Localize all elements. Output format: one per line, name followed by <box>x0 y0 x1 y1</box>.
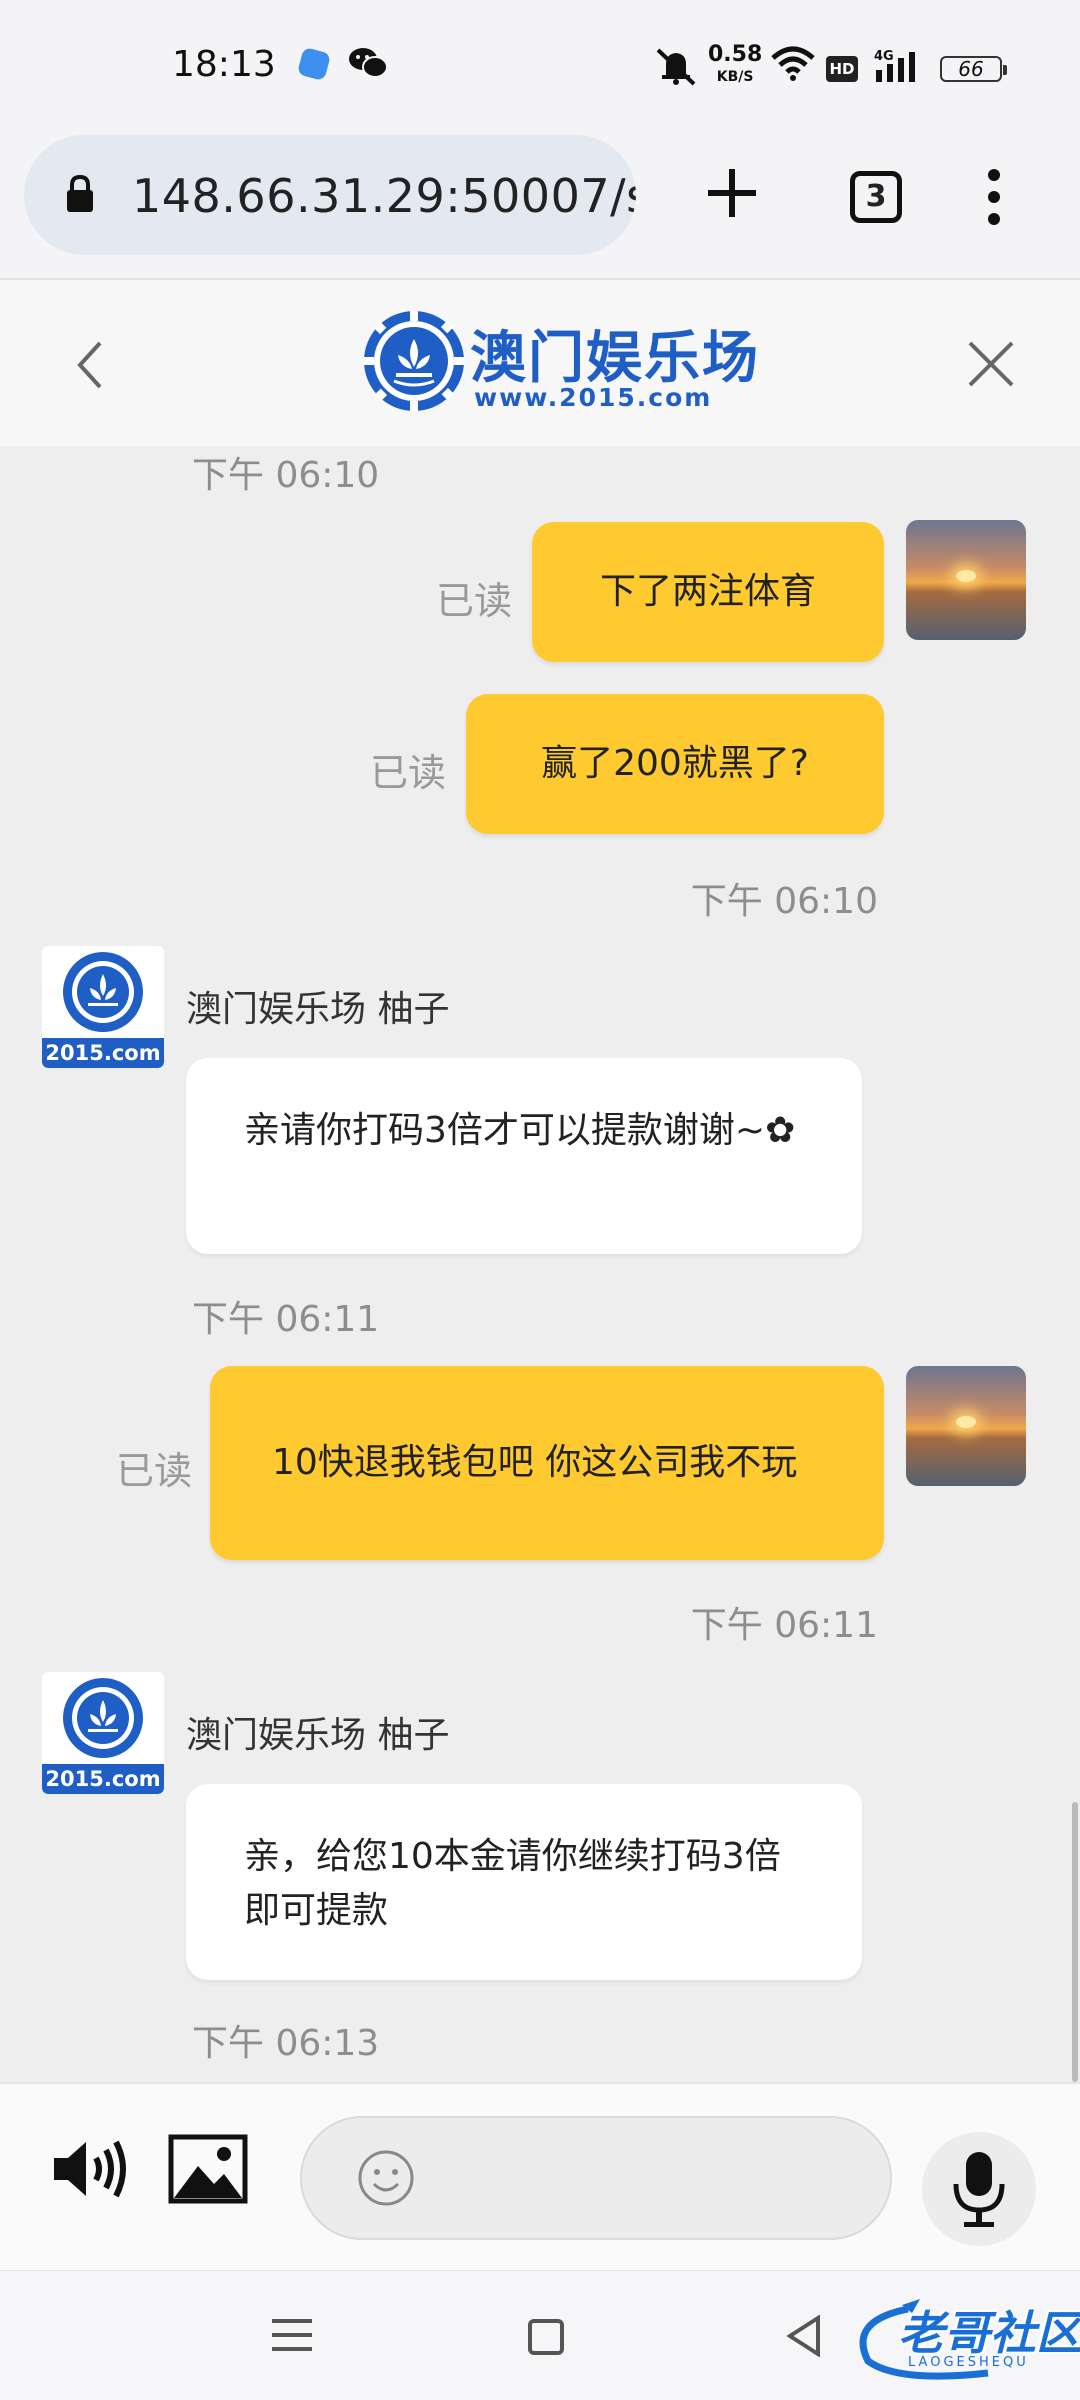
mic-icon <box>953 2152 1005 2227</box>
browser-toolbar: 148.66.31.29:50007/sc 3 <box>0 135 1080 280</box>
hd-icon: HD <box>826 56 858 82</box>
my-message-bubble[interactable]: 10快退我钱包吧 你这公司我不玩 <box>210 1366 884 1560</box>
message-text: 赢了200就黑了? <box>541 743 809 784</box>
avatar-badge: 2015.com <box>42 1038 164 1068</box>
back-triangle-icon[interactable] <box>786 2315 822 2357</box>
agent-message-bubble[interactable]: 亲，给您10本金请你继续打码3倍即可提款 <box>186 1784 862 1980</box>
net-speed-value: 0.58 <box>708 42 763 67</box>
back-chevron-icon[interactable] <box>72 339 108 391</box>
blue-app-icon <box>296 46 332 82</box>
timestamp: 下午 06:13 <box>192 2023 380 2064</box>
address-bar[interactable]: 148.66.31.29:50007/sc <box>24 135 636 255</box>
home-square-icon[interactable] <box>528 2319 564 2355</box>
agent-message-bubble[interactable]: 亲请你打码3倍才可以提款谢谢~✿ <box>186 1058 862 1254</box>
message-text: 下了两注体育 <box>599 571 816 612</box>
casino-chip-logo-icon <box>364 311 464 411</box>
casino-chip-icon <box>63 1678 143 1758</box>
agent-avatar[interactable]: 2015.com <box>42 946 164 1068</box>
speaker-icon[interactable] <box>50 2134 130 2204</box>
status-time: 18:13 <box>172 44 276 85</box>
image-icon[interactable] <box>168 2134 248 2204</box>
message-text: 10快退我钱包吧 你这公司我不玩 <box>272 1442 798 1483</box>
message-text: 亲请你打码3倍才可以提款谢谢~✿ <box>244 1110 796 1151</box>
my-avatar[interactable] <box>906 520 1026 640</box>
chat-header: 澳门娱乐场 www.2015.com <box>0 281 1080 446</box>
wifi-icon <box>771 46 815 81</box>
sender-name: 澳门娱乐场 柚子 <box>186 989 450 1030</box>
timestamp: 下午 06:11 <box>690 1605 878 1646</box>
status-bar: 18:13 0.58 KB/S HD 4G 66 <box>0 0 1080 135</box>
network-label: 4G <box>874 49 894 64</box>
scrollbar[interactable] <box>1072 1802 1078 2082</box>
wechat-icon <box>349 48 388 78</box>
agent-avatar[interactable]: 2015.com <box>42 1672 164 1794</box>
read-status: 已读 <box>370 751 447 795</box>
url-text[interactable]: 148.66.31.29:50007/sc <box>132 169 636 223</box>
message-input[interactable] <box>300 2116 892 2240</box>
my-avatar[interactable] <box>906 1366 1026 1486</box>
brand-name: 澳门娱乐场 <box>470 325 760 391</box>
my-message-bubble[interactable]: 下了两注体育 <box>532 522 884 662</box>
mute-icon <box>656 48 696 86</box>
emoji-icon[interactable] <box>356 2148 416 2208</box>
watermark-logo: 老哥社区 LAOGESHEQU <box>838 2291 1080 2387</box>
tabs-count-button[interactable]: 3 <box>850 171 902 223</box>
close-x-icon[interactable] <box>966 339 1016 389</box>
avatar-badge: 2015.com <box>42 1764 164 1794</box>
signal-icon: 4G <box>874 49 915 82</box>
timestamp: 下午 06:10 <box>192 455 380 496</box>
read-status: 已读 <box>116 1449 193 1493</box>
message-input-bar <box>0 2082 1080 2270</box>
brand-url: www.2015.com <box>474 383 713 412</box>
watermark-subtext: LAOGESHEQU <box>908 2355 1029 2370</box>
timestamp: 下午 06:10 <box>690 881 878 922</box>
plus-icon[interactable] <box>706 167 758 219</box>
menu-lines-icon[interactable] <box>272 2317 312 2353</box>
battery-indicator: 66 <box>940 56 1007 82</box>
system-navigation-bar: 老哥社区 LAOGESHEQU <box>0 2270 1080 2400</box>
voice-button[interactable] <box>922 2132 1036 2246</box>
casino-chip-icon <box>63 952 143 1032</box>
net-speed: 0.58 KB/S <box>708 44 762 88</box>
message-text: 亲，给您10本金请你继续打码3倍即可提款 <box>244 1836 781 1931</box>
brand-logo: 澳门娱乐场 www.2015.com <box>362 309 758 419</box>
chat-messages[interactable]: 下午 06:10 已读 下了两注体育 已读 赢了200就黑了? 下午 06:10… <box>0 446 1080 2082</box>
net-speed-unit: KB/S <box>716 69 754 85</box>
read-status: 已读 <box>436 579 513 623</box>
lock-icon <box>67 175 93 212</box>
timestamp: 下午 06:11 <box>192 1299 380 1340</box>
my-message-bubble[interactable]: 赢了200就黑了? <box>466 694 884 834</box>
watermark-text: 老哥社区 <box>898 2306 1080 2360</box>
sender-name: 澳门娱乐场 柚子 <box>186 1715 450 1756</box>
menu-dots-icon[interactable] <box>984 167 1004 227</box>
